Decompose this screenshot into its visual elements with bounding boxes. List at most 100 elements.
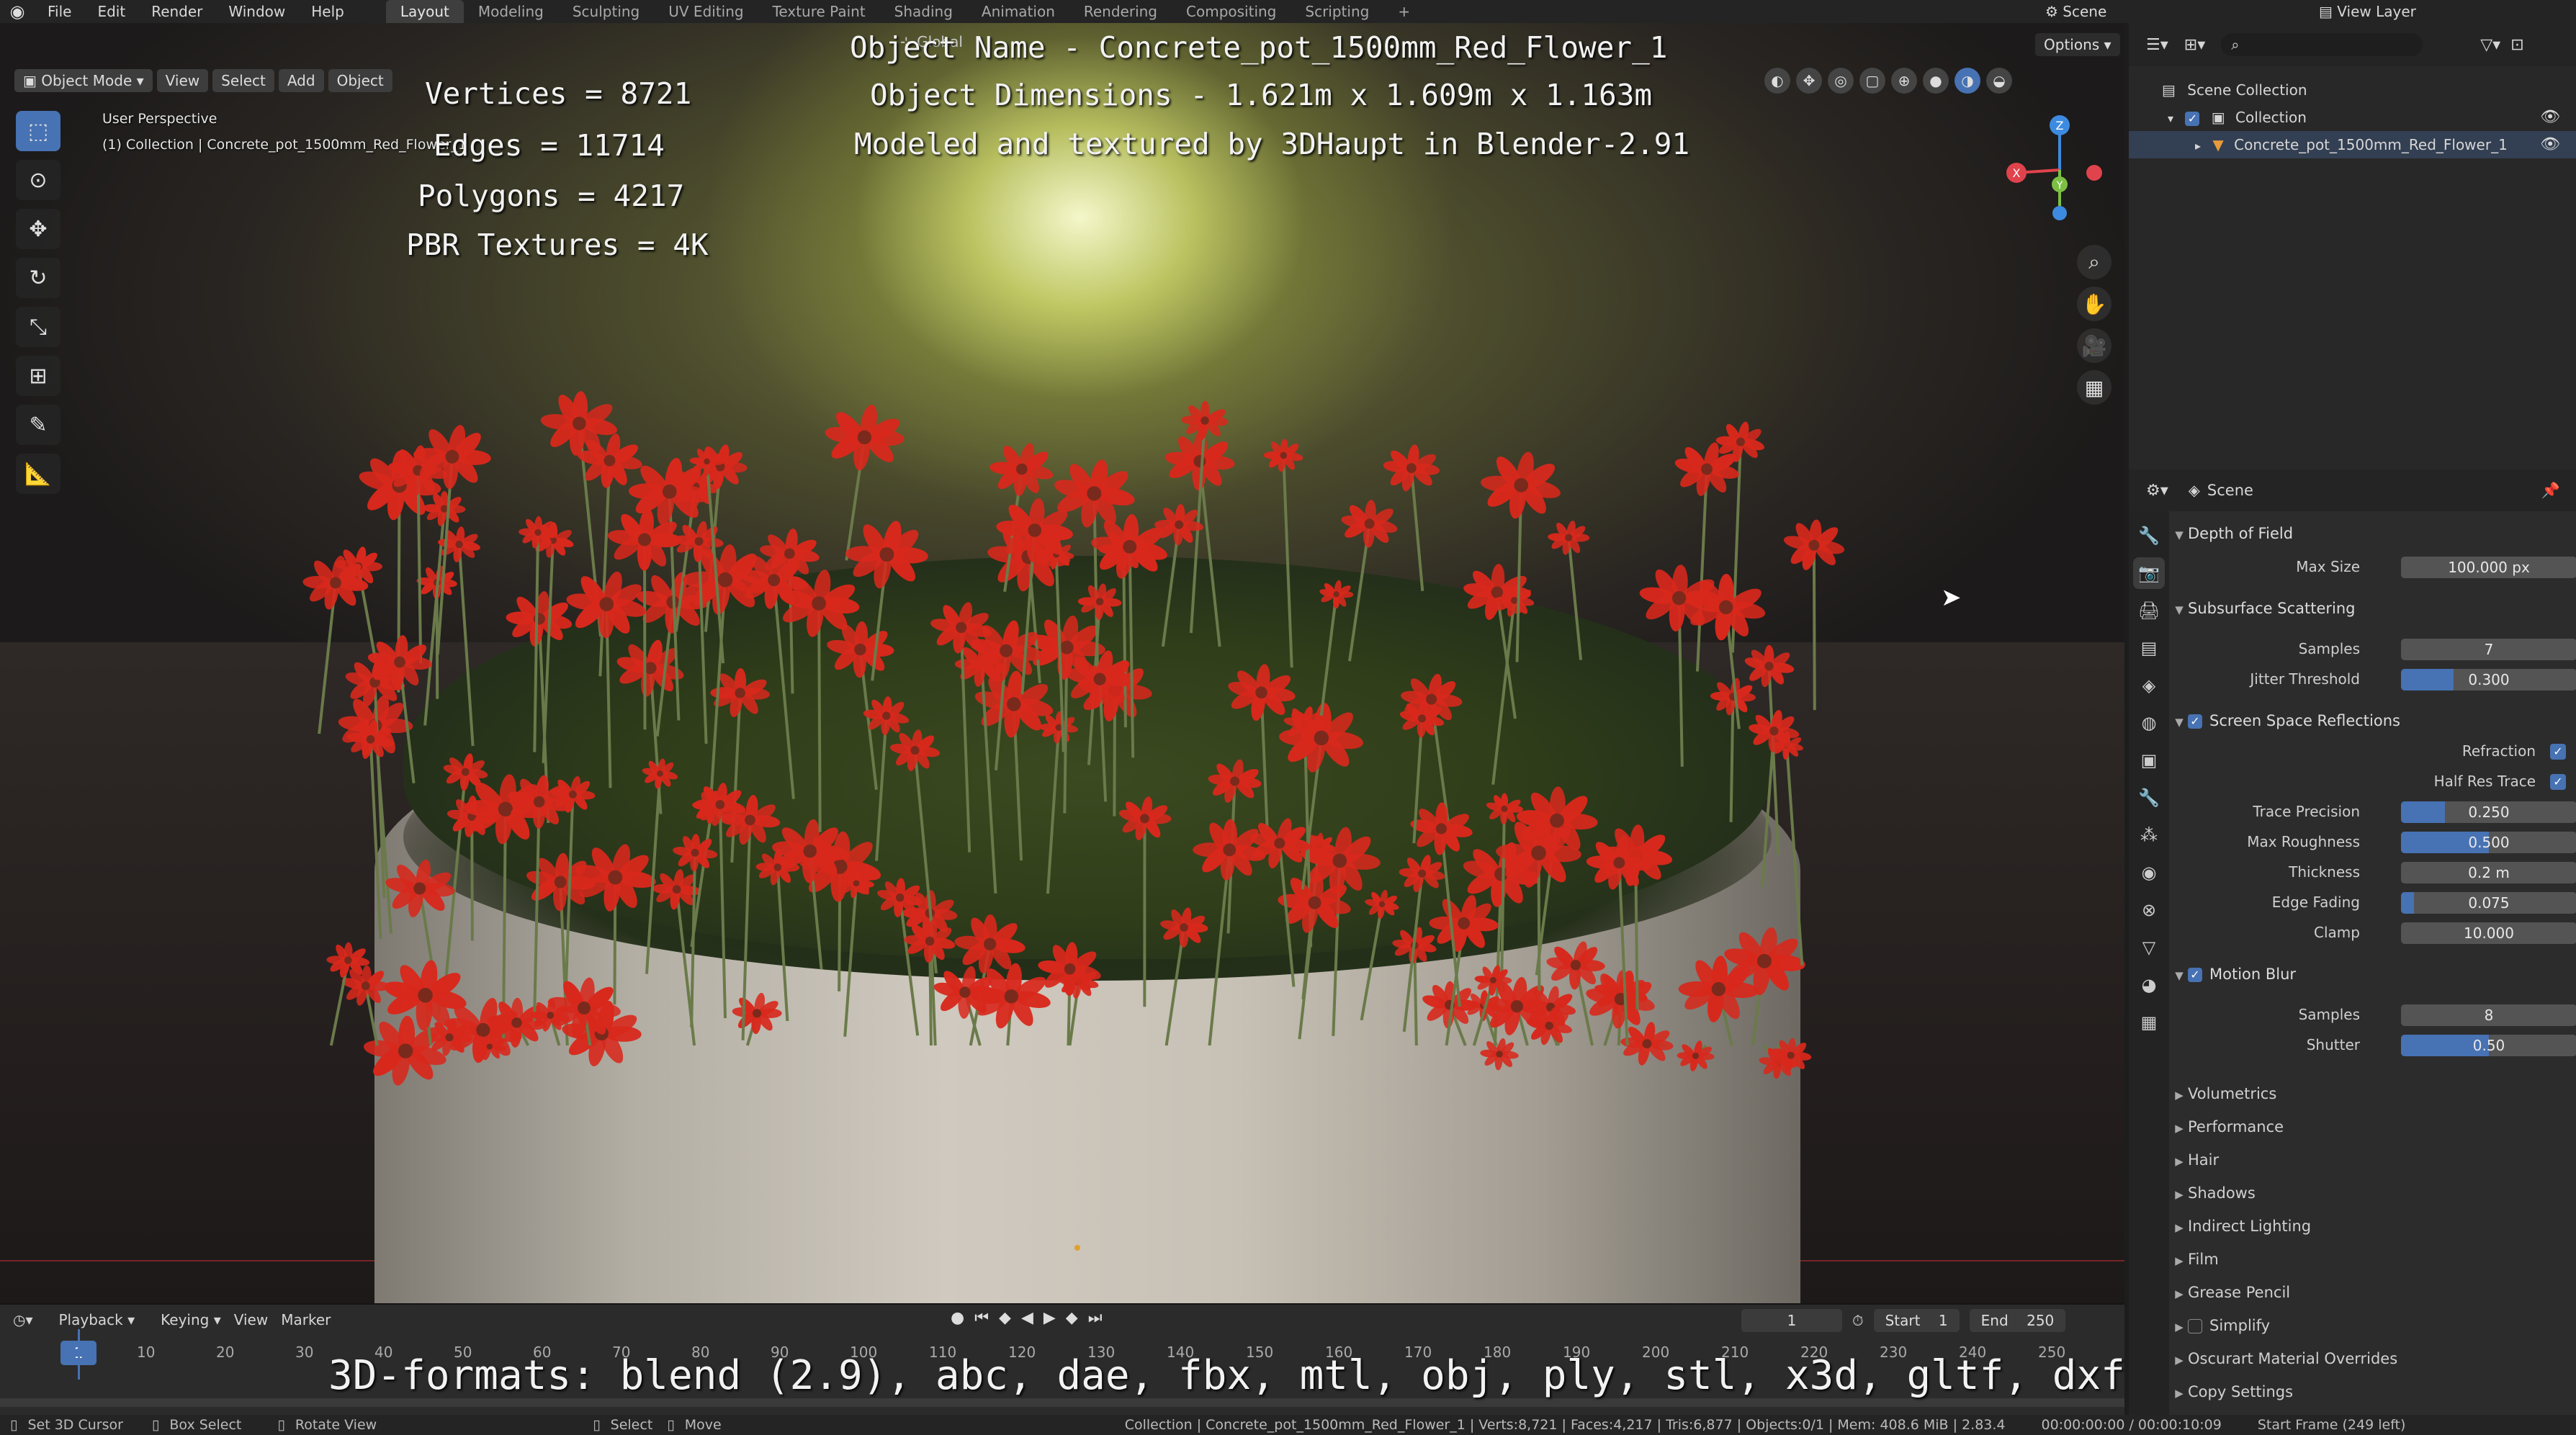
tab-sculpting[interactable]: Sculpting [558, 0, 654, 23]
section-shadows[interactable]: ▶ Shadows [2171, 1179, 2576, 1207]
stopwatch-icon[interactable]: ⏱ [1852, 1312, 1864, 1329]
solid-shading-icon[interactable]: ● [1923, 68, 1949, 94]
filter-dropdown-icon[interactable]: ⊞▾ [2184, 36, 2205, 54]
shutter-slider[interactable]: 0.50 [2401, 1035, 2576, 1056]
wireframe-shading-icon[interactable]: ⊕ [1891, 68, 1917, 94]
prev-keyframe-icon[interactable]: ◆ [999, 1309, 1011, 1327]
camera-view-icon[interactable]: 🎥 [2077, 328, 2111, 363]
outliner-row-scene-collection[interactable]: ▤ Scene Collection [2129, 76, 2576, 104]
tab-texture-paint[interactable]: Texture Paint [758, 0, 880, 23]
outliner-row-collection[interactable]: ▾ ✓ ▣ Collection 👁 [2129, 104, 2576, 131]
collapse-arrow-icon[interactable]: ▾ [2168, 112, 2173, 125]
tab-compositing[interactable]: Compositing [1172, 0, 1291, 23]
neg-z-axis-icon[interactable] [2052, 206, 2067, 220]
ssr-enable-checkbox[interactable]: ✓ [2188, 714, 2202, 729]
menu-help[interactable]: Help [298, 3, 357, 20]
outliner-search-input[interactable]: ⌕ [2221, 33, 2423, 56]
outliner[interactable]: ☰▾ ⊞▾ ⌕ ▽▾ ⊡ ▤ Scene Collection ▾ ✓ ▣ Co… [2129, 23, 2576, 469]
section-screen-space-reflections[interactable]: ▼ ✓ Screen Space Reflections [2171, 707, 2576, 734]
section-motion-blur[interactable]: ▼ ✓ Motion Blur [2171, 961, 2576, 988]
constraints-tab-icon[interactable]: ⊗ [2133, 894, 2165, 926]
tab-layout[interactable]: Layout [385, 0, 464, 23]
scale-tool-icon[interactable]: ⤡ [16, 307, 60, 347]
section-subsurface-scattering[interactable]: ▼ Subsurface Scattering [2171, 595, 2576, 622]
xray-icon[interactable]: ▢ [1859, 68, 1885, 94]
menu-file[interactable]: File [35, 3, 84, 20]
tab-rendering[interactable]: Rendering [1069, 0, 1172, 23]
add-menu[interactable]: Add [278, 69, 324, 92]
measure-tool-icon[interactable]: 📐 [16, 454, 60, 494]
start-frame-field[interactable]: Start 1 [1873, 1309, 1960, 1332]
blender-logo-icon[interactable]: ◉ [0, 0, 35, 23]
object-mode-dropdown[interactable]: ▣ Object Mode ▾ [14, 69, 153, 92]
eye-icon[interactable]: 👁 [2540, 104, 2560, 131]
tab-modeling[interactable]: Modeling [464, 0, 558, 23]
section-hair[interactable]: ▶ Hair [2171, 1146, 2576, 1174]
motion-blur-checkbox[interactable]: ✓ [2188, 968, 2202, 982]
menu-edit[interactable]: Edit [84, 3, 138, 20]
render-tab-icon[interactable]: 📷 [2133, 557, 2165, 589]
half-res-trace-checkbox[interactable]: ✓ [2550, 774, 2566, 790]
section-grease-pencil[interactable]: ▶ Grease Pencil [2171, 1279, 2576, 1306]
material-preview-icon[interactable]: ◑ [1955, 68, 1980, 94]
section-depth-of-field[interactable]: ▼ Depth of Field [2171, 520, 2576, 547]
view-menu[interactable]: View [156, 69, 209, 92]
physics-tab-icon[interactable]: ◉ [2133, 857, 2165, 889]
visibility-icon[interactable]: ◐ [1764, 68, 1790, 94]
cursor-tool-icon[interactable]: ⊙ [16, 160, 60, 200]
tab-shading[interactable]: Shading [880, 0, 967, 23]
section-indirect-lighting[interactable]: ▶ Indirect Lighting [2171, 1213, 2576, 1240]
section-oscurart-overrides[interactable]: ▶ Oscurart Material Overrides [2171, 1345, 2576, 1372]
eye-icon[interactable]: 👁 [2540, 131, 2560, 158]
playback-menu[interactable]: Playback ▾ [46, 1311, 135, 1328]
move-tool-icon[interactable]: ✥ [16, 209, 60, 249]
section-simplify[interactable]: ▶ Simplify [2171, 1312, 2576, 1339]
editor-type-icon[interactable]: ◷▾ [13, 1311, 33, 1328]
rotate-tool-icon[interactable]: ↻ [16, 258, 60, 298]
view-layer-selector[interactable]: ▤ View Layer [2319, 0, 2416, 23]
3d-viewport[interactable]: ▣ Object Mode ▾ View Select Add Object ⊹… [0, 23, 2124, 1303]
overlay-toggle-icon[interactable]: ◎ [1828, 68, 1854, 94]
tool-tab-icon[interactable]: 🔧 [2133, 520, 2165, 552]
texture-tab-icon[interactable]: ▦ [2133, 1007, 2165, 1038]
scene-tab-icon[interactable]: ◈ [2133, 670, 2165, 701]
current-frame-field[interactable]: 1 [1741, 1309, 1842, 1332]
particles-tab-icon[interactable]: ⁂ [2133, 819, 2165, 851]
outliner-row-object[interactable]: ▸ ▼ Concrete_pot_1500mm_Red_Flower_1 👁 [2129, 131, 2576, 158]
end-frame-field[interactable]: End 250 [1969, 1309, 2066, 1332]
options-dropdown[interactable]: Options ▾ [2035, 33, 2120, 56]
material-tab-icon[interactable]: ◕ [2133, 969, 2165, 1001]
tab-scripting[interactable]: Scripting [1291, 0, 1383, 23]
rendered-shading-icon[interactable]: ◒ [1986, 68, 2012, 94]
select-box-tool-icon[interactable]: ⬚ [16, 111, 60, 151]
simplify-checkbox[interactable] [2188, 1319, 2202, 1333]
jump-end-icon[interactable]: ⏭ [1088, 1309, 1103, 1327]
expand-arrow-icon[interactable]: ▸ [2195, 139, 2201, 153]
output-tab-icon[interactable]: 🖨 [2133, 595, 2165, 626]
display-mode-icon[interactable]: ☰▾ [2146, 36, 2168, 54]
properties-editor[interactable]: ⚙▾ ◈ Scene 📌 🔧 📷 🖨 ▤ ◈ ◍ ▣ 🔧 ⁂ ◉ ⊗ ▽ ◕ ▦… [2129, 469, 2576, 1415]
max-roughness-slider[interactable]: 0.500 [2401, 832, 2576, 853]
max-size-field[interactable]: 100.000 px [2401, 557, 2576, 578]
next-keyframe-icon[interactable]: ◆ [1066, 1309, 1078, 1327]
trace-precision-slider[interactable]: 0.250 [2401, 801, 2576, 823]
transform-tool-icon[interactable]: ⊞ [16, 356, 60, 396]
world-tab-icon[interactable]: ◍ [2133, 707, 2165, 739]
section-performance[interactable]: ▶ Performance [2171, 1113, 2576, 1141]
modifier-tab-icon[interactable]: 🔧 [2133, 782, 2165, 814]
clamp-field[interactable]: 10.000 [2401, 922, 2576, 944]
sss-samples-field[interactable]: 7 [2401, 639, 2576, 660]
gizmo-toggle-icon[interactable]: ✥ [1796, 68, 1822, 94]
tab-uv-editing[interactable]: UV Editing [654, 0, 758, 23]
timeline-view-menu[interactable]: View [234, 1311, 268, 1328]
edge-fading-slider[interactable]: 0.075 [2401, 892, 2576, 914]
menu-render[interactable]: Render [138, 3, 215, 20]
filter-funnel-icon[interactable]: ▽▾ [2480, 36, 2500, 54]
section-film[interactable]: ▶ Film [2171, 1246, 2576, 1273]
menu-window[interactable]: Window [215, 3, 298, 20]
jump-start-icon[interactable]: ⏮ [974, 1309, 989, 1327]
data-tab-icon[interactable]: ▽ [2133, 932, 2165, 963]
scene-selector[interactable]: ⚙ Scene [2045, 0, 2106, 23]
tab-animation[interactable]: Animation [967, 0, 1069, 23]
playhead[interactable] [78, 1329, 80, 1380]
